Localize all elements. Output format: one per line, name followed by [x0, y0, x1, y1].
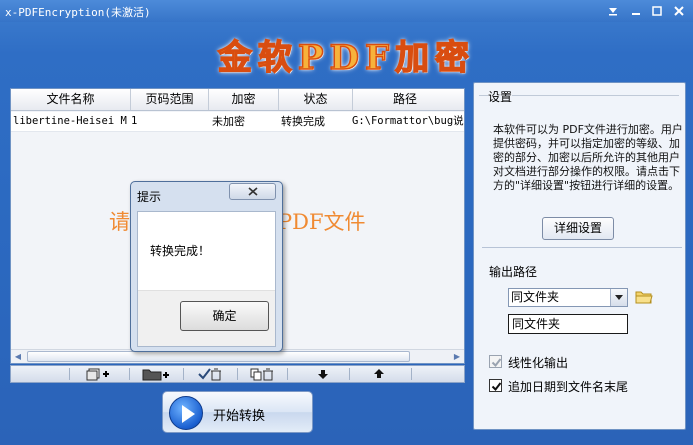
- chevron-down-icon: [609, 7, 617, 15]
- move-up-button[interactable]: [367, 366, 391, 382]
- checkmark-icon: [491, 358, 502, 368]
- cell-pages: 1: [131, 115, 138, 127]
- linearize-checkbox-box[interactable]: [489, 355, 502, 368]
- dialog-body: 转换完成！ 确定: [137, 211, 276, 347]
- output-path-label: 输出路径: [489, 265, 538, 279]
- drop-hint-suffix: PDF文件: [278, 210, 366, 234]
- toolbar-separator: [411, 368, 412, 380]
- toolbar-separator: [287, 368, 288, 380]
- dialog-close-button[interactable]: [229, 183, 276, 200]
- file-list-header: 文件名称 页码范围 加密 状态 路径: [11, 89, 464, 111]
- toolbar-separator: [69, 368, 70, 380]
- message-dialog: 提示 转换完成！ 确定: [130, 181, 283, 352]
- minimize-button[interactable]: [627, 3, 645, 18]
- linearize-label: 线性化输出: [508, 356, 569, 370]
- detail-settings-button[interactable]: 详细设置: [542, 217, 614, 240]
- dialog-title: 提示: [137, 190, 162, 204]
- cell-encrypt: 未加密: [212, 115, 245, 128]
- minimize-icon: [632, 12, 640, 15]
- cell-status: 转换完成: [281, 115, 325, 128]
- title-bar: x-PDFEncryption(未激活): [0, 0, 693, 22]
- linearize-checkbox[interactable]: 线性化输出: [489, 354, 679, 370]
- clear-checked-button[interactable]: [195, 366, 225, 382]
- maximize-icon: [652, 5, 662, 16]
- drop-hint-prefix: 请: [109, 210, 130, 234]
- append-date-label: 追加日期到文件名末尾: [508, 380, 629, 394]
- append-date-checkbox[interactable]: 追加日期到文件名末尾: [489, 378, 679, 394]
- checkmark-icon: [491, 382, 502, 392]
- window-title: x-PDFEncryption(未激活): [5, 6, 151, 19]
- column-header-path[interactable]: 路径: [353, 89, 464, 110]
- cell-path: G:\Formattor\bug说明: [352, 115, 464, 127]
- move-down-icon: [318, 370, 328, 379]
- dialog-footer: 确定: [138, 290, 275, 346]
- output-path-select[interactable]: 同文件夹: [508, 288, 628, 307]
- play-icon: [169, 396, 203, 430]
- logo-text: 金软PDF加密: [217, 37, 476, 79]
- folder-icon: [635, 291, 653, 304]
- browse-folder-button[interactable]: [635, 290, 653, 307]
- start-convert-label: 开始转换: [213, 409, 266, 424]
- toolbar-separator: [349, 368, 350, 380]
- append-date-checkbox-box[interactable]: [489, 379, 502, 392]
- list-toolbar: [10, 365, 465, 383]
- ok-button[interactable]: 确定: [180, 301, 269, 331]
- settings-panel: 设置 本软件可以为 PDF文件进行加密。用户提供密码，并可以指定加密的等级、加密…: [473, 82, 686, 430]
- settings-divider: [482, 247, 682, 248]
- dropdown-arrow-icon[interactable]: [610, 289, 627, 306]
- scroll-left-icon[interactable]: ◀: [13, 352, 23, 362]
- add-file-icon: [86, 368, 109, 381]
- toolbar-separator: [129, 368, 130, 380]
- output-path-input[interactable]: 同文件夹: [508, 314, 628, 334]
- column-header-encrypt[interactable]: 加密: [209, 89, 279, 110]
- add-file-button[interactable]: [83, 366, 113, 382]
- app-logo: 金软PDF加密: [0, 30, 693, 80]
- scroll-thumb[interactable]: [27, 351, 410, 362]
- toolbar-separator: [183, 368, 184, 380]
- column-header-status[interactable]: 状态: [279, 89, 353, 110]
- cell-name: libertine-Heisei M..: [13, 115, 128, 127]
- start-convert-button[interactable]: 开始转换: [162, 391, 313, 433]
- move-down-button[interactable]: [311, 366, 335, 382]
- table-row[interactable]: libertine-Heisei M.. 1 未加密 转换完成 G:\Forma…: [11, 112, 464, 132]
- clear-all-button[interactable]: [247, 366, 277, 382]
- menu-dropdown-button[interactable]: [604, 3, 622, 18]
- output-path-selected: 同文件夹: [511, 290, 560, 304]
- close-button[interactable]: [670, 3, 688, 18]
- settings-description: 本软件可以为 PDF文件进行加密。用户提供密码，并可以指定加密的等级、加密的部分…: [493, 123, 683, 192]
- column-header-pages[interactable]: 页码范围: [131, 89, 209, 110]
- dialog-message: 转换完成！: [150, 244, 211, 258]
- add-folder-icon: [142, 369, 169, 381]
- clear-checked-icon: [198, 368, 221, 381]
- toolbar-separator: [237, 368, 238, 380]
- close-icon: [674, 5, 684, 16]
- clear-all-icon: [250, 368, 273, 381]
- scroll-right-icon[interactable]: ▶: [452, 352, 462, 362]
- maximize-button[interactable]: [648, 3, 666, 18]
- column-header-name[interactable]: 文件名称: [11, 89, 131, 110]
- add-folder-button[interactable]: [139, 366, 173, 382]
- close-icon: [247, 187, 258, 196]
- settings-group-title: 设置: [488, 88, 513, 105]
- move-up-icon: [374, 369, 384, 378]
